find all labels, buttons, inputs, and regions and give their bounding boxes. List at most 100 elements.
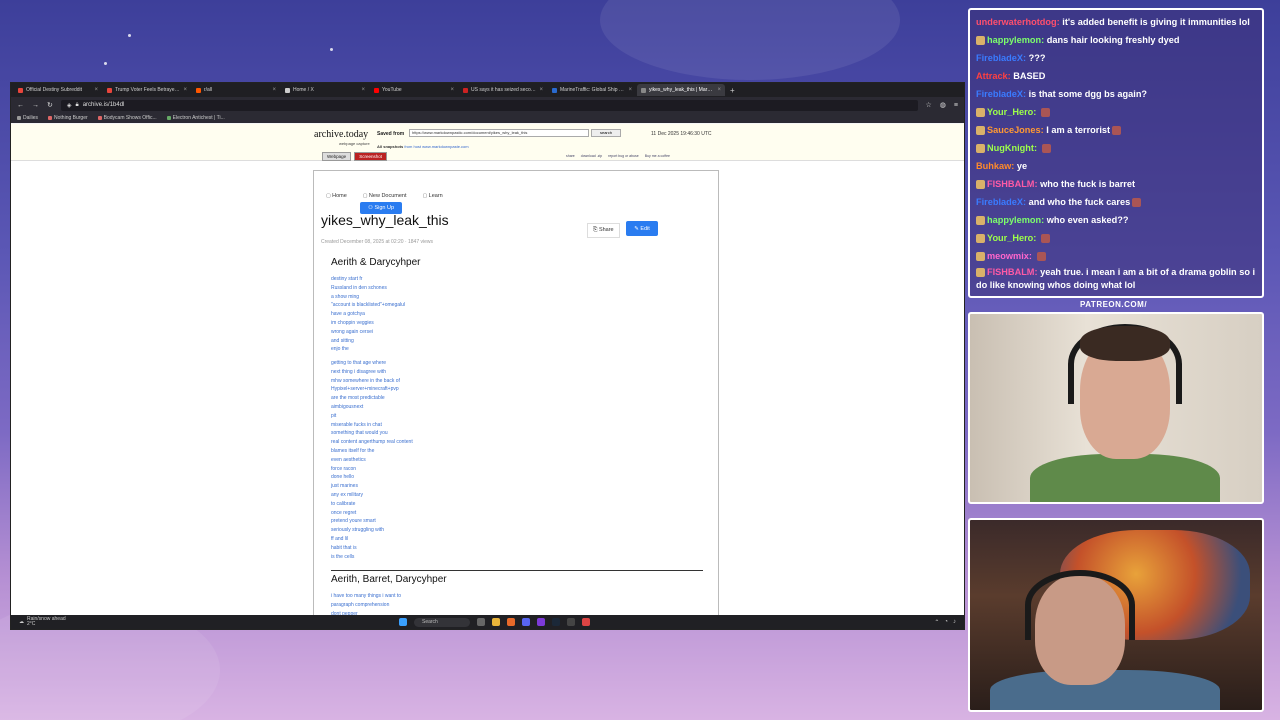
- browser-tab[interactable]: US says it has seized second ta ×: [459, 84, 547, 96]
- doc-link[interactable]: even aesthetics: [331, 456, 413, 465]
- chat-username[interactable]: underwaterhotdog:: [976, 17, 1060, 27]
- doc-link[interactable]: any ex military: [331, 491, 413, 500]
- doc-link[interactable]: habit that is: [331, 544, 413, 553]
- chat-username[interactable]: NugKnight:: [987, 143, 1037, 153]
- doc-link[interactable]: something that would you: [331, 429, 413, 438]
- doc-link[interactable]: enjo the: [331, 345, 405, 354]
- browser-tab[interactable]: MarineTraffic: Global Ship Track ×: [548, 84, 636, 96]
- chrome-icon[interactable]: [582, 618, 590, 626]
- doc-link[interactable]: blames itself for the: [331, 447, 413, 456]
- doc-link[interactable]: Russland in den schones: [331, 284, 405, 293]
- doc-link[interactable]: i have too many things i want to: [331, 592, 401, 601]
- close-tab-icon[interactable]: ×: [361, 87, 365, 93]
- nav-new-document[interactable]: New Document: [363, 193, 407, 199]
- doc-link[interactable]: once regret: [331, 509, 413, 518]
- chat-username[interactable]: FirebladeX:: [976, 197, 1026, 207]
- bookmark-item[interactable]: Electron Antichest | Ti...: [166, 115, 225, 121]
- snapshots-host-link[interactable]: from host www.markdownpaste.com: [404, 144, 468, 149]
- chat-username[interactable]: Buhkaw:: [976, 161, 1014, 171]
- chat-username[interactable]: Your_Hero:: [987, 233, 1036, 243]
- share-link[interactable]: share: [566, 154, 575, 158]
- network-icon[interactable]: ◔: [944, 619, 948, 626]
- edit-button[interactable]: ✎ Edit: [626, 221, 658, 236]
- chat-username[interactable]: Attrack:: [976, 71, 1011, 81]
- doc-link[interactable]: pit: [331, 412, 413, 421]
- doc-link[interactable]: Hypixel+server+minecraft+pvp: [331, 385, 413, 394]
- doc-link[interactable]: next thing i disagree with: [331, 368, 413, 377]
- discord-icon[interactable]: [522, 618, 530, 626]
- chat-username[interactable]: SauceJones:: [987, 125, 1044, 135]
- doc-link[interactable]: destiny start fr: [331, 275, 405, 284]
- new-tab-button[interactable]: +: [726, 86, 739, 95]
- firefox-icon[interactable]: [507, 618, 515, 626]
- doc-link[interactable]: just marines: [331, 482, 413, 491]
- archive-logo[interactable]: archive.today: [314, 129, 368, 140]
- doc-link[interactable]: miserable fucks in chat: [331, 421, 413, 430]
- forward-icon[interactable]: →: [32, 102, 39, 109]
- close-tab-icon[interactable]: ×: [94, 87, 98, 93]
- explorer-icon[interactable]: [492, 618, 500, 626]
- weather-widget[interactable]: ☁ Rain/snow ahead 2°C: [19, 617, 66, 627]
- doc-link[interactable]: im choppin veggies: [331, 319, 405, 328]
- doc-link[interactable]: force racon: [331, 465, 413, 474]
- doc-link[interactable]: real content angerthump real content: [331, 438, 413, 447]
- bookmark-star-icon[interactable]: ☆: [926, 101, 932, 109]
- menu-icon[interactable]: ≡: [954, 102, 958, 109]
- browser-tab[interactable]: Home / X ×: [281, 84, 369, 96]
- volume-icon[interactable]: ♪: [953, 619, 956, 626]
- tab-screenshot[interactable]: Screenshot: [354, 152, 387, 161]
- extensions-icon[interactable]: ◍: [940, 101, 946, 109]
- saved-url-input[interactable]: https://www.markdownpastic.com/document/…: [409, 129, 589, 137]
- back-icon[interactable]: ←: [17, 102, 24, 109]
- chevron-up-icon[interactable]: ⌃: [934, 619, 939, 626]
- url-bar[interactable]: ◈ 🔒︎ archive.is/1b4dl: [60, 99, 918, 111]
- close-tab-icon[interactable]: ×: [539, 87, 543, 93]
- bookmark-item[interactable]: Dailies: [17, 115, 38, 121]
- close-tab-icon[interactable]: ×: [272, 87, 276, 93]
- doc-link[interactable]: done hello: [331, 473, 413, 482]
- browser-tab[interactable]: yikes_why_leak_this | Markdow ×: [637, 84, 725, 96]
- close-tab-icon[interactable]: ×: [717, 87, 721, 93]
- archive-search-button[interactable]: search: [591, 129, 621, 137]
- doc-link[interactable]: pretend youre smart: [331, 517, 413, 526]
- doc-link[interactable]: are the most predictable: [331, 394, 413, 403]
- task-view-icon[interactable]: [477, 618, 485, 626]
- close-tab-icon[interactable]: ×: [450, 87, 454, 93]
- close-tab-icon[interactable]: ×: [628, 87, 632, 93]
- browser-tab[interactable]: r/all ×: [192, 84, 280, 96]
- chat-username[interactable]: FirebladeX:: [976, 89, 1026, 99]
- doc-link[interactable]: ff and lil: [331, 535, 413, 544]
- reload-icon[interactable]: ↻: [47, 101, 53, 109]
- doc-link[interactable]: getting to that age where: [331, 359, 413, 368]
- doc-link[interactable]: seriously struggling with: [331, 526, 413, 535]
- browser-tab[interactable]: Trump Voter Feels Betrayed By ×: [103, 84, 191, 96]
- download-link[interactable]: download .zip: [581, 154, 602, 158]
- chat-username[interactable]: happylemon:: [987, 215, 1044, 225]
- nav-home[interactable]: Home: [326, 193, 347, 199]
- chat-username[interactable]: FISHBALM:: [987, 179, 1038, 189]
- report-link[interactable]: report bug or abuse: [608, 154, 639, 158]
- share-button[interactable]: ⎘ Share: [587, 223, 620, 238]
- doc-link[interactable]: and sitting: [331, 337, 405, 346]
- browser-tab[interactable]: YouTube ×: [370, 84, 458, 96]
- doc-link[interactable]: is the cells: [331, 553, 413, 562]
- doc-link[interactable]: have a gotchya: [331, 310, 405, 319]
- coffee-link[interactable]: Buy me a coffee: [645, 154, 670, 158]
- doc-link[interactable]: "account is blacklisted"+omegalul: [331, 301, 405, 310]
- doc-link[interactable]: wrong again cersei: [331, 328, 405, 337]
- doc-link[interactable]: aimbigousnext: [331, 403, 413, 412]
- obs-icon[interactable]: [567, 618, 575, 626]
- taskbar-search[interactable]: Search: [414, 617, 470, 627]
- doc-link[interactable]: to calibrate: [331, 500, 413, 509]
- bookmark-item[interactable]: Nothing Burger: [48, 115, 88, 121]
- browser-tab[interactable]: Official Destiny Subreddit ×: [14, 84, 102, 96]
- doc-link[interactable]: a show ming: [331, 293, 405, 302]
- chat-username[interactable]: meowmix:: [987, 251, 1032, 261]
- steam-icon[interactable]: [552, 618, 560, 626]
- tab-webpage[interactable]: Webpage: [322, 152, 352, 161]
- chat-username[interactable]: happylemon:: [987, 35, 1044, 45]
- chat-username[interactable]: Your_Hero:: [987, 107, 1036, 117]
- bookmark-item[interactable]: Bodycam Shows Offic...: [97, 115, 157, 121]
- windows-start-icon[interactable]: [399, 618, 407, 626]
- chat-icon[interactable]: [537, 618, 545, 626]
